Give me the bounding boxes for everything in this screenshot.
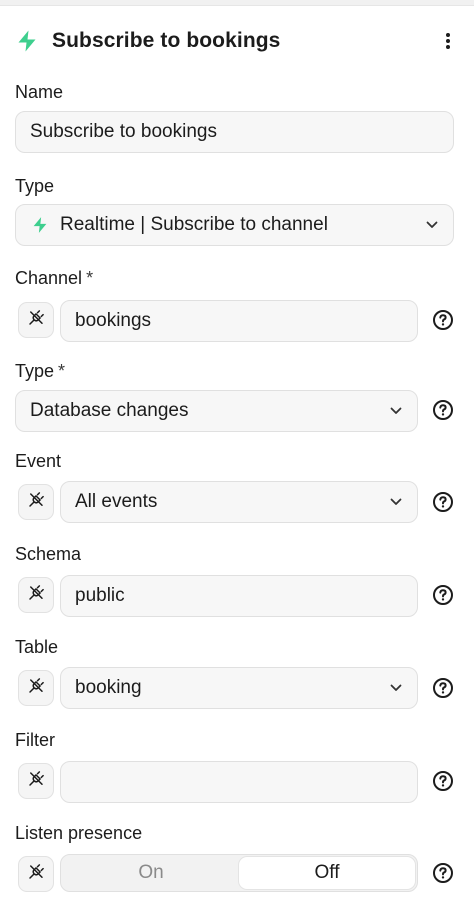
plug-icon [27,491,45,514]
name-label: Name [15,82,64,102]
table-select[interactable]: booking [60,667,418,709]
bolt-icon [30,215,50,235]
change-type-label-text: Type [15,361,55,381]
listen-presence-label: Listen presence [15,823,143,843]
schema-input-value: public [75,585,125,606]
presence-on-option[interactable]: On [63,857,239,889]
action-type-value: Realtime | Subscribe to channel [60,214,328,235]
bind-data-button[interactable] [18,670,54,706]
event-label: Event [15,451,62,471]
action-type-select[interactable]: Realtime | Subscribe to channel [15,204,454,246]
plug-icon [27,584,45,607]
help-icon[interactable] [432,309,454,331]
channel-label-text: Channel [15,268,83,288]
chevron-down-icon [389,404,403,418]
table-label: Table [15,637,59,657]
channel-input[interactable]: bookings [60,300,418,342]
filter-input[interactable] [60,761,418,803]
table-value: booking [75,677,142,698]
chevron-down-icon [425,218,439,232]
required-marker: * [86,268,94,288]
channel-label: Channel * [15,268,93,289]
change-type-label: Type * [15,361,65,382]
bind-data-button[interactable] [18,856,54,892]
chevron-down-icon [389,681,403,695]
bind-data-button[interactable] [18,302,54,338]
bind-data-button[interactable] [18,484,54,520]
chevron-down-icon [389,495,403,509]
change-type-select[interactable]: Database changes [15,390,418,432]
panel-top-edge [0,0,474,6]
help-icon[interactable] [432,491,454,513]
required-marker: * [58,361,66,381]
schema-input[interactable]: public [60,575,418,617]
plug-icon [27,863,45,886]
type-label: Type [15,176,55,196]
panel-header: Subscribe to bookings [14,26,460,56]
panel-title: Subscribe to bookings [52,29,281,52]
plug-icon [27,770,45,793]
channel-input-value: bookings [75,310,152,331]
help-icon[interactable] [432,677,454,699]
plug-icon [27,677,45,700]
bind-data-button[interactable] [18,577,54,613]
help-icon[interactable] [432,399,454,421]
change-type-value: Database changes [30,400,189,421]
listen-presence-toggle: On Off [60,854,418,892]
schema-label: Schema [15,544,82,564]
name-input-value: Subscribe to bookings [30,121,217,142]
help-icon[interactable] [432,584,454,606]
presence-off-option[interactable]: Off [239,857,415,889]
help-icon[interactable] [432,862,454,884]
event-select[interactable]: All events [60,481,418,523]
event-value: All events [75,491,158,512]
name-input[interactable]: Subscribe to bookings [15,111,454,153]
help-icon[interactable] [432,770,454,792]
bind-data-button[interactable] [18,763,54,799]
plug-icon [27,309,45,332]
filter-label: Filter [15,730,55,750]
more-options-icon[interactable] [436,26,460,56]
bolt-icon [14,28,40,54]
